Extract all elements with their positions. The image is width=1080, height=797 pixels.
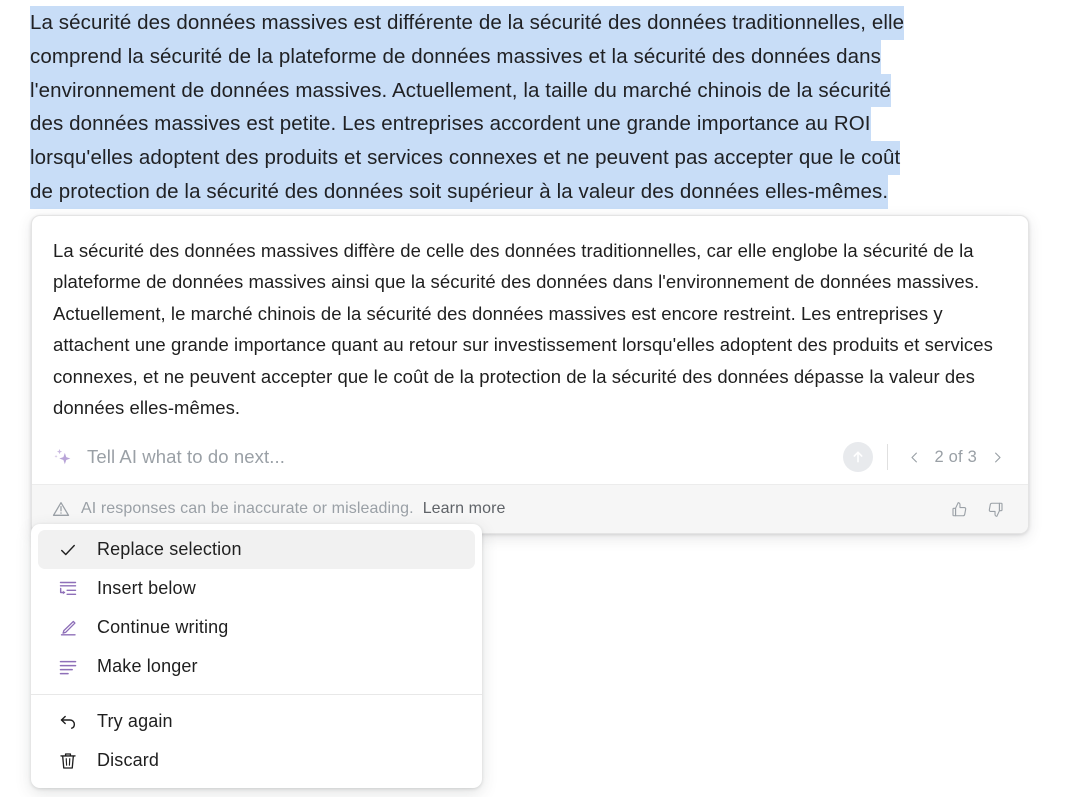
menu-item-try-again[interactable]: Try again (38, 702, 475, 741)
thumbs-down-icon (988, 502, 1003, 517)
highlighted-source-paragraph[interactable]: La sécurité des données massives est dif… (30, 6, 1020, 209)
selection-line: lorsqu'elles adoptent des produits et se… (30, 141, 901, 175)
selection-line: La sécurité des données massives est dif… (30, 6, 905, 40)
selection-line: comprend la sécurité de la plateforme de… (30, 39, 882, 74)
disclaimer-text: AI responses can be inaccurate or mislea… (81, 500, 414, 518)
menu-item-continue-writing[interactable]: Continue writing (38, 608, 475, 647)
previous-response-button[interactable] (902, 444, 928, 470)
ai-action-menu: Replace selection Insert below Continue … (31, 524, 482, 788)
warning-triangle-icon (52, 502, 70, 517)
menu-separator (31, 694, 482, 695)
trash-icon (57, 750, 79, 772)
pencil-icon (57, 617, 79, 639)
menu-item-label: Insert below (97, 578, 196, 598)
thumbs-down-button[interactable] (980, 494, 1010, 524)
ai-prompt-input[interactable] (87, 443, 843, 472)
ai-writing-assistant-overlay: La sécurité des données massives est dif… (0, 0, 1080, 797)
menu-item-label: Try again (97, 711, 173, 731)
ai-response-body: La sécurité des données massives diffère… (32, 216, 1028, 430)
response-pager: 2 of 3 (902, 444, 1010, 470)
chevron-right-icon (994, 452, 1001, 463)
next-response-button[interactable] (984, 444, 1010, 470)
thumbs-up-button[interactable] (944, 494, 974, 524)
check-icon (57, 539, 79, 561)
ai-prompt-row: 2 of 3 (32, 430, 1028, 484)
selection-line: de protection de la sécurité des données… (30, 174, 889, 209)
vertical-divider (886, 444, 888, 471)
insert-below-icon (57, 578, 79, 600)
menu-item-label: Continue writing (97, 617, 229, 637)
pager-label: 2 of 3 (934, 447, 977, 466)
menu-item-discard[interactable]: Discard (38, 741, 475, 780)
undo-arrow-icon (57, 711, 79, 733)
ai-response-text: La sécurité des données massives diffère… (53, 240, 993, 419)
menu-item-make-longer[interactable]: Make longer (38, 647, 475, 686)
text-lines-icon (57, 656, 79, 678)
arrow-up-icon (853, 451, 862, 463)
selection-line: l'environnement de données massives. Act… (30, 73, 892, 108)
menu-item-replace-selection[interactable]: Replace selection (38, 530, 475, 569)
thumbs-up-icon (951, 502, 966, 517)
menu-item-label: Make longer (97, 656, 198, 676)
menu-item-label: Discard (97, 750, 160, 770)
submit-prompt-button[interactable] (842, 442, 873, 473)
menu-item-label: Replace selection (97, 539, 242, 559)
selection-line: des données massives est petite. Les ent… (30, 107, 871, 142)
menu-item-insert-below[interactable]: Insert below (38, 569, 475, 608)
ai-response-card: La sécurité des données massives diffère… (31, 215, 1029, 535)
learn-more-link[interactable]: Learn more (423, 500, 506, 518)
sparkle-icon (54, 449, 71, 465)
chevron-left-icon (911, 452, 917, 463)
